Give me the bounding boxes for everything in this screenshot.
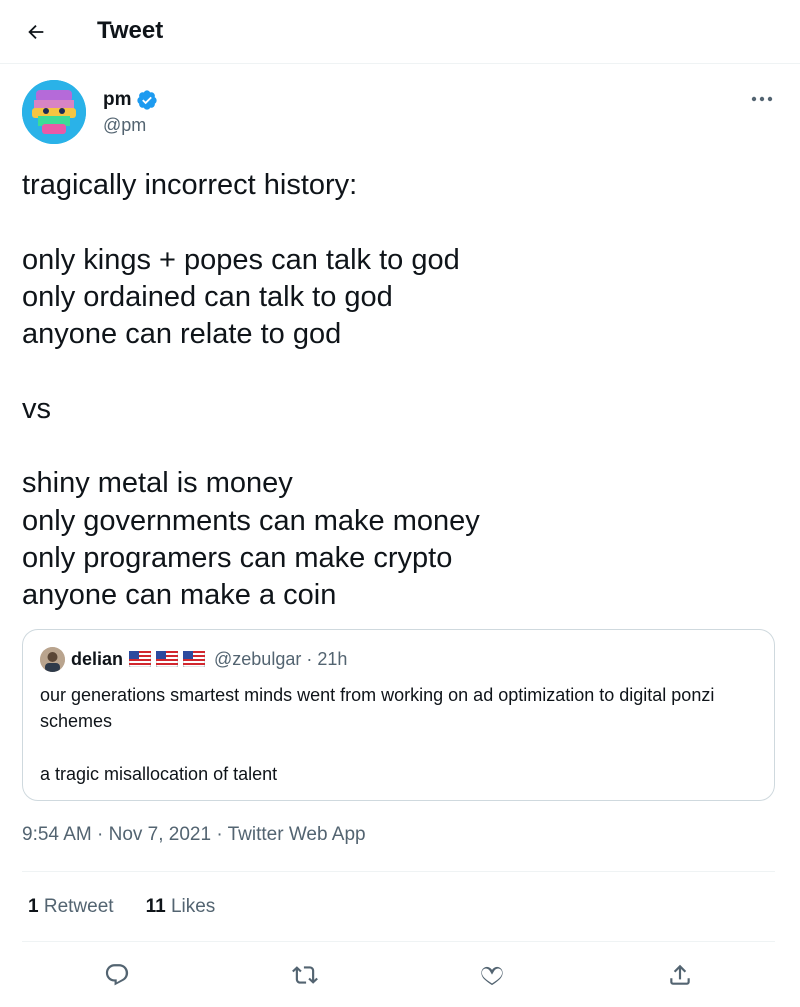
quoted-tweet-text: our generations smartest minds went from… xyxy=(40,685,715,784)
author-avatar[interactable] xyxy=(22,80,86,144)
retweet-icon xyxy=(292,966,318,984)
author-name[interactable]: pm xyxy=(103,89,132,111)
back-button[interactable] xyxy=(16,12,56,52)
heart-icon xyxy=(481,966,503,986)
avatar-image xyxy=(22,80,86,144)
top-bar: Tweet xyxy=(0,0,800,64)
author-handle[interactable]: @pm xyxy=(103,115,158,136)
arrow-left-icon xyxy=(28,24,44,40)
retweet-button[interactable] xyxy=(285,955,325,995)
quoted-author-avatar xyxy=(40,646,65,672)
us-flag-icon xyxy=(129,651,152,667)
us-flag-emojis xyxy=(129,651,210,667)
like-label: Likes xyxy=(170,895,216,917)
share-button[interactable] xyxy=(660,955,700,995)
quoted-avatar-image xyxy=(40,646,65,672)
share-icon xyxy=(670,964,690,985)
retweet-label: Retweet xyxy=(43,895,114,917)
us-flag-icon xyxy=(156,651,179,667)
reply-icon xyxy=(105,964,129,986)
like-count: 11 xyxy=(145,895,166,917)
page-title: Tweet xyxy=(97,17,164,44)
more-options-button[interactable] xyxy=(742,84,782,114)
quoted-handle-time: @zebulgar · 21h xyxy=(214,648,348,669)
likes-stat[interactable]: 11 Likes xyxy=(146,896,216,918)
engagement-stats: 1 Retweet 11 Likes xyxy=(22,871,775,942)
quoted-author-name: delian xyxy=(71,648,124,669)
retweet-count: 1 xyxy=(28,895,39,917)
quoted-tweet[interactable]: delian @zebulgar · 21h our generations s… xyxy=(22,629,775,801)
quoted-tweet-header: delian @zebulgar · 21h xyxy=(40,646,348,672)
like-button[interactable] xyxy=(472,955,512,995)
action-bar xyxy=(22,942,775,1007)
tweet-text: tragically incorrect history: only kings… xyxy=(22,169,480,612)
reply-button[interactable] xyxy=(97,955,137,995)
author-info: pm @pm xyxy=(103,87,158,136)
us-flag-icon xyxy=(183,651,206,667)
verified-badge-icon xyxy=(136,90,157,110)
tweet-timestamp[interactable]: 9:54 AM · Nov 7, 2021 · Twitter Web App xyxy=(22,824,366,846)
more-horizontal-icon xyxy=(751,96,773,102)
retweets-stat[interactable]: 1 Retweet xyxy=(28,896,114,918)
